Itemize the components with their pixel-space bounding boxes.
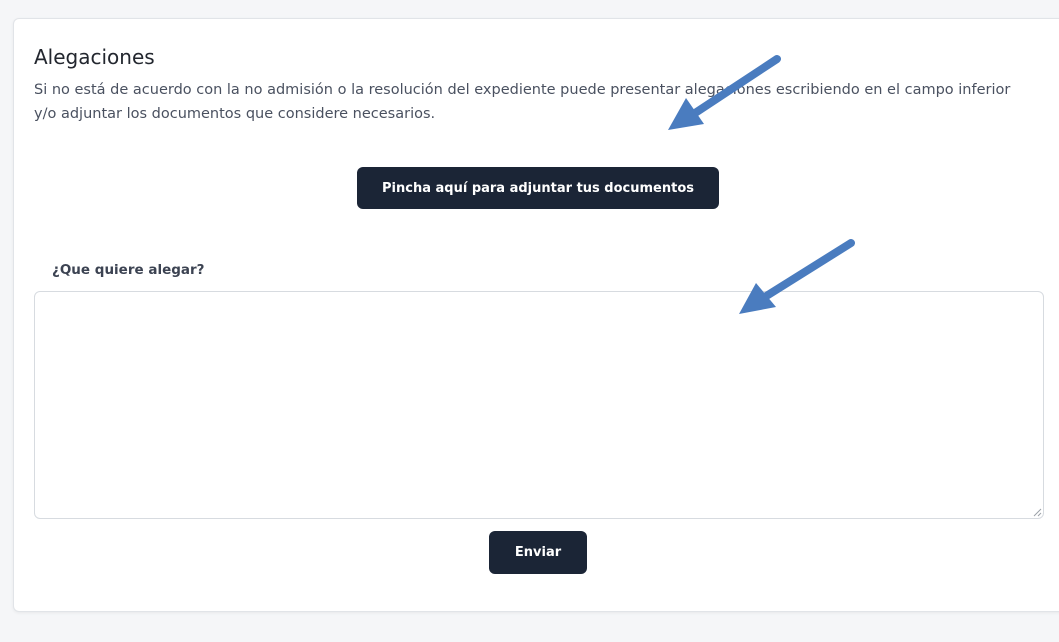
resize-handle-icon[interactable] [1032,507,1042,517]
allegation-textarea[interactable] [34,291,1044,519]
section-title: Alegaciones [34,45,155,69]
section-description: Si no está de acuerdo con la no admisión… [34,82,1011,122]
submit-button[interactable]: Enviar [489,531,587,574]
attach-documents-button[interactable]: Pincha aquí para adjuntar tus documentos [357,167,719,209]
allegations-card: Alegaciones Si no está de acuerdo con la… [13,18,1059,612]
allegation-field-label: ¿Que quiere alegar? [52,262,205,278]
